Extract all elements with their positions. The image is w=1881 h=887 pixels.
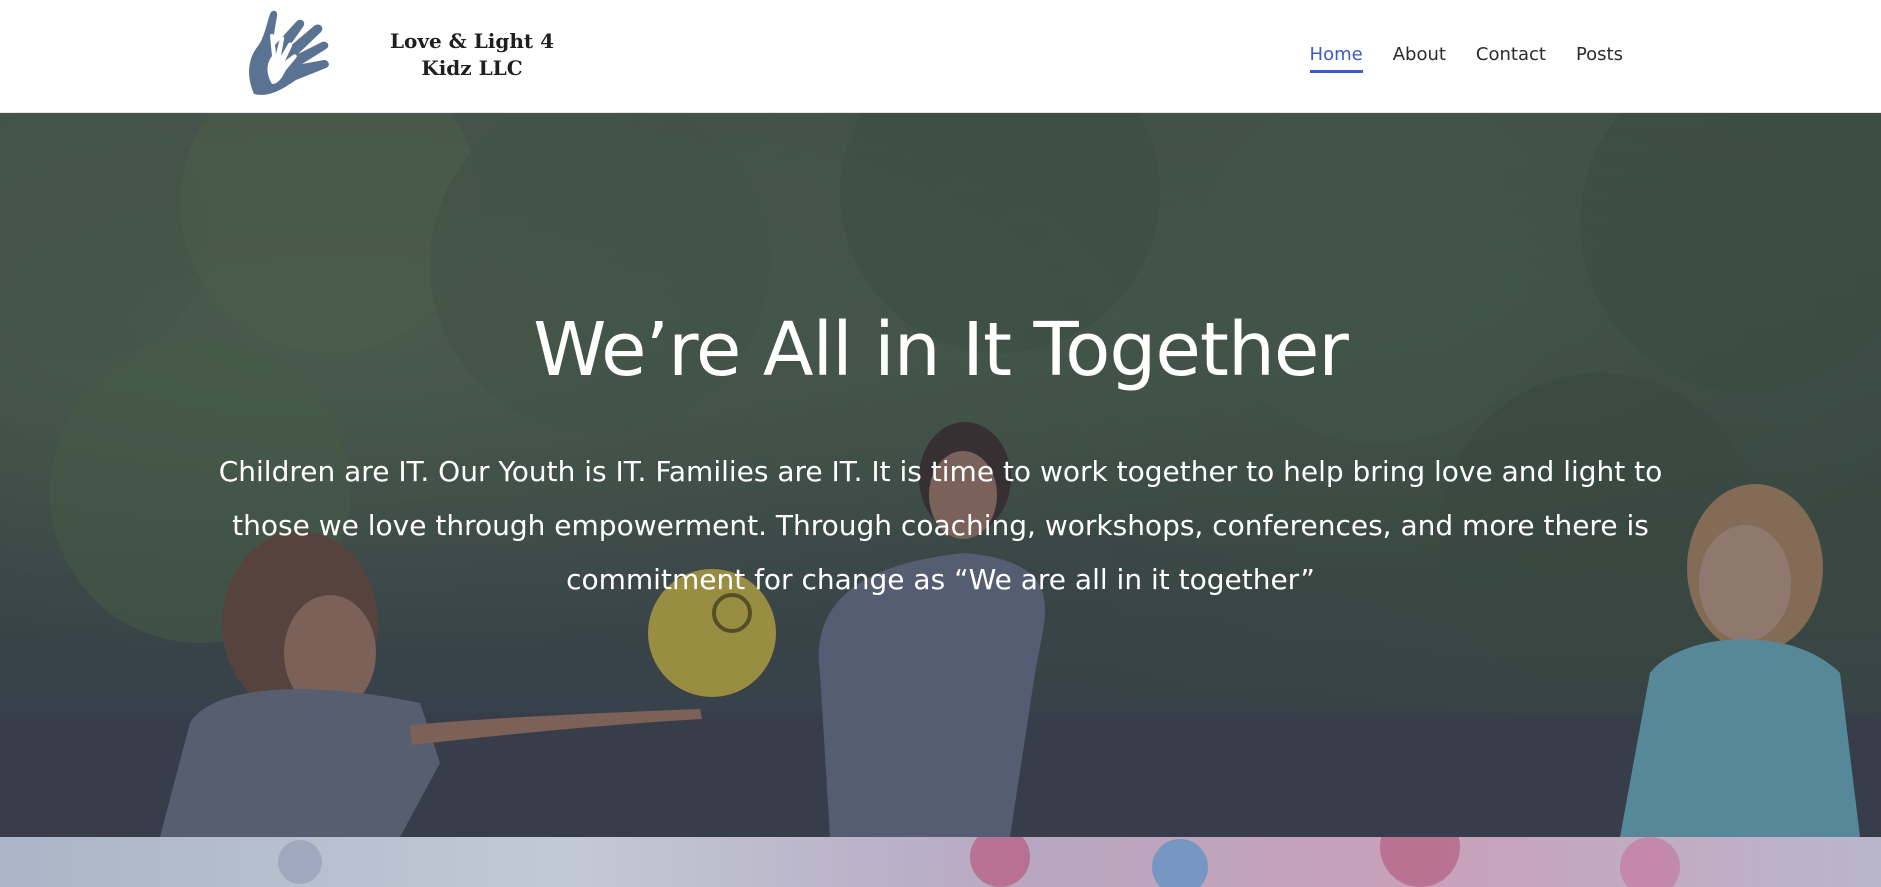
nav-item-contact[interactable]: Contact xyxy=(1476,44,1546,71)
nav-item-home[interactable]: Home xyxy=(1309,44,1363,73)
hands-logo-icon[interactable] xyxy=(244,6,360,102)
main-nav: Home About Contact Posts xyxy=(1309,44,1623,73)
brand-name[interactable]: Love & Light 4 Kidz LLC xyxy=(372,28,572,82)
hero-title: We’re All in It Together xyxy=(533,307,1349,393)
hero-description: Children are IT. Our Youth is IT. Famili… xyxy=(218,455,1663,596)
next-section-banner xyxy=(0,837,1881,887)
hero-section: We’re All in It Together Children are IT… xyxy=(0,113,1881,837)
site-header: Love & Light 4 Kidz LLC Home About Conta… xyxy=(0,0,1881,113)
nav-item-about[interactable]: About xyxy=(1393,44,1446,71)
paint-splash-decoration xyxy=(278,837,1680,887)
nav-item-posts[interactable]: Posts xyxy=(1576,44,1623,71)
